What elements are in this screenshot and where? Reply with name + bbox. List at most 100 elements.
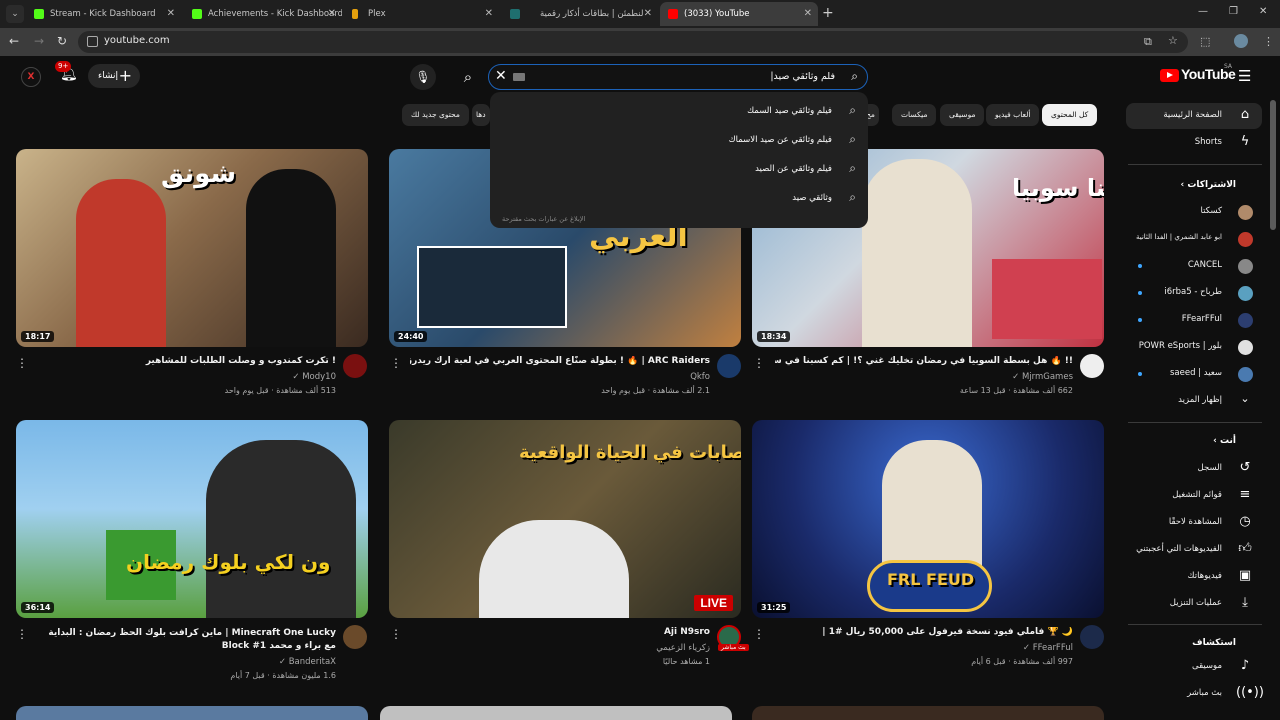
sidebar-item-subscription[interactable]: CANCEL [1126, 253, 1262, 279]
avatar[interactable]: X [21, 67, 41, 87]
site-info-icon[interactable] [87, 36, 98, 47]
video-thumbnail[interactable] [16, 706, 368, 720]
new-content-dot [1138, 372, 1142, 376]
suggestion-item[interactable]: وثائقي صيد ⌕ [516, 190, 856, 210]
channel-avatar[interactable] [717, 354, 741, 378]
back-icon[interactable]: ← [9, 34, 19, 48]
chip[interactable]: دها [472, 104, 490, 126]
duration-badge: 18:34 [757, 331, 791, 342]
install-app-icon[interactable]: ⧉ [1144, 35, 1152, 49]
close-tab-icon[interactable]: ✕ [804, 2, 812, 26]
channel-name[interactable]: MjrmGames ✓ [775, 372, 1073, 382]
sidebar-item-home[interactable]: الصفحة الرئيسية ⌂ [1126, 103, 1262, 129]
sidebar-item-shorts[interactable]: Shorts ϟ [1126, 130, 1262, 156]
report-suggestions-link[interactable]: الإبلاغ عن عبارات بحث مقترحة [502, 215, 585, 223]
tab-search-button[interactable]: ⌄ [6, 5, 24, 23]
browser-tab[interactable]: Plex ✕ [344, 2, 499, 26]
video-thumbnail[interactable] [380, 706, 732, 720]
video-title[interactable]: Aji N9sro [410, 627, 710, 637]
create-button[interactable]: إنشاء + [88, 64, 140, 88]
clear-search-icon[interactable]: ✕ [495, 68, 507, 84]
channel-name[interactable]: Qkfo [410, 372, 710, 382]
extensions-icon[interactable]: ⬚ [1200, 35, 1210, 48]
video-title[interactable]: 🌙 🏆 فاملي فيود نسخة فيرفول على 50,000 ري… [775, 627, 1073, 637]
sidebar-item-watch-later[interactable]: المشاهدة لاحقًا ◷ [1126, 510, 1262, 536]
chip-all[interactable]: كل المحتوى [1042, 104, 1098, 126]
suggestion-item[interactable]: فيلم وثائقي عن الصيد ⌕ [516, 161, 856, 181]
channel-avatar[interactable] [343, 354, 367, 378]
sidebar-item-history[interactable]: السجل ↺ [1126, 456, 1262, 482]
new-content-dot [1138, 264, 1142, 268]
more-options-icon[interactable]: ⋮ [753, 627, 765, 641]
channel-name[interactable]: Mody10 ✓ [40, 372, 336, 382]
sidebar-item-subscription[interactable]: كسكتا [1126, 199, 1262, 225]
sidebar-item-music[interactable]: موسيقى ♪ [1126, 654, 1262, 680]
suggestion-item[interactable]: فيلم وثائقي عن صيد الاسماك ⌕ [516, 132, 856, 152]
reload-icon[interactable]: ↻ [57, 34, 67, 48]
browser-tab-active[interactable]: (3033) YouTube ✕ [660, 2, 818, 26]
sidebar-item-subscription[interactable]: ابو عابد الشمري | الفدا الثانية [1126, 226, 1262, 252]
sidebar-item-live[interactable]: بث مباشر ((•)) [1126, 681, 1264, 707]
sidebar-item-liked[interactable]: الفيديوهات التي أعجبتني 👍︎ [1126, 537, 1262, 563]
sidebar-item-subscription[interactable]: بلور | POWR eSports [1126, 334, 1262, 360]
new-tab-icon[interactable]: + [822, 5, 834, 21]
channel-avatar[interactable] [1080, 354, 1104, 378]
channel-avatar[interactable] [343, 625, 367, 649]
sidebar-item-playlists[interactable]: قوائم التشغيل ≡ [1126, 483, 1262, 509]
sidebar-scrollbar[interactable] [1270, 100, 1276, 230]
video-title[interactable]: !! 🔥 هل بسطة السوبيا في رمضان تخليك غني … [775, 356, 1073, 366]
video-thumbnail[interactable]: FRL FEUD 31:25 [752, 420, 1104, 618]
more-options-icon[interactable]: ⋮ [390, 627, 402, 641]
download-icon: ⤓ [1242, 595, 1248, 610]
browser-tab[interactable]: لنطمئن | بطاقات أذكار رقمية ✕ [502, 2, 658, 26]
sidebar-item-subscription[interactable]: FFearFFul [1126, 307, 1262, 333]
sidebar-item-subscription[interactable]: طرباح - i6rba5 [1126, 280, 1262, 306]
more-options-icon[interactable]: ⋮ [16, 356, 28, 370]
channel-name[interactable]: زكرياء الزعيمي [410, 643, 710, 653]
you-header[interactable]: أنت › [1213, 436, 1236, 446]
address-bar[interactable]: youtube.com ⧉ ☆ [78, 31, 1188, 53]
channel-name[interactable]: BanderitaX ✓ [40, 657, 336, 667]
keyboard-icon[interactable] [513, 73, 525, 81]
minimize-icon[interactable]: — [1198, 6, 1208, 17]
chip[interactable]: موسيقى [940, 104, 985, 126]
profile-avatar[interactable] [1234, 34, 1248, 48]
video-title[interactable]: Minecraft One Lucky | ماين كرافت بلوك ال… [40, 627, 336, 655]
close-tab-icon[interactable]: ✕ [485, 2, 493, 26]
close-window-icon[interactable]: ✕ [1259, 6, 1267, 17]
more-options-icon[interactable]: ⋮ [16, 627, 28, 641]
browser-tab[interactable]: Stream - Kick Dashboard ✕ [26, 2, 181, 26]
chip[interactable]: ميكسات [892, 104, 937, 126]
video-title[interactable]: ! تكرت كمندوب و وصلت الطلبات للمشاهير [40, 356, 336, 366]
more-options-icon[interactable]: ⋮ [753, 356, 765, 370]
search-input[interactable]: ✕ فلم وثائقي صيد| ⌕ [488, 64, 868, 90]
search-button[interactable]: ⌕ [455, 64, 481, 90]
video-thumbnail[interactable] [752, 706, 1104, 720]
sidebar-item-your-videos[interactable]: فيديوهاتك ▣ [1126, 564, 1262, 590]
browser-tab[interactable]: Achievements - Kick Dashboard ✕ [184, 2, 342, 26]
suggestion-item[interactable]: فيلم وثائقي صيد السمك ⌕ [516, 103, 856, 123]
channel-avatar[interactable] [1080, 625, 1104, 649]
voice-search-icon[interactable]: 🎙︎ [410, 64, 436, 90]
forward-icon[interactable]: → [34, 34, 44, 48]
close-tab-icon[interactable]: ✕ [644, 2, 652, 26]
video-title[interactable]: ARC Raiders | 🔥 ! بطولة صنّاع المحتوى ال… [410, 356, 710, 366]
bookmark-star-icon[interactable]: ☆ [1168, 34, 1178, 47]
close-tab-icon[interactable]: ✕ [167, 2, 175, 26]
sidebar-item-subscription[interactable]: سعيد | saeed [1126, 361, 1262, 387]
more-options-icon[interactable]: ⋮ [390, 356, 402, 370]
subscriptions-header[interactable]: الاشتراكات › [1181, 180, 1237, 190]
video-thumbnail[interactable]: اخطر العصابات في الحياة الواقعية LIVE [389, 420, 741, 618]
kick-favicon-icon [34, 9, 44, 19]
chip[interactable]: محتوى جديد لك [402, 104, 469, 126]
chip[interactable]: ألعاب فيديو [986, 104, 1040, 126]
hamburger-menu-icon[interactable]: ☰ [1238, 67, 1251, 85]
browser-menu-icon[interactable]: ⋮ [1263, 35, 1274, 48]
maximize-icon[interactable]: ❐ [1229, 6, 1238, 17]
close-tab-icon[interactable]: ✕ [328, 2, 336, 26]
sidebar-show-more[interactable]: إظهار المزيد ⌄ [1126, 388, 1262, 414]
sidebar-item-downloads[interactable]: عمليات التنزيل ⤓ [1126, 591, 1262, 617]
channel-name[interactable]: FFearFFul ✓ [775, 643, 1073, 653]
video-thumbnail[interactable]: شونق 18:17 [16, 149, 368, 347]
video-thumbnail[interactable]: ون لكي بلوك رمضان 36:14 [16, 420, 368, 618]
